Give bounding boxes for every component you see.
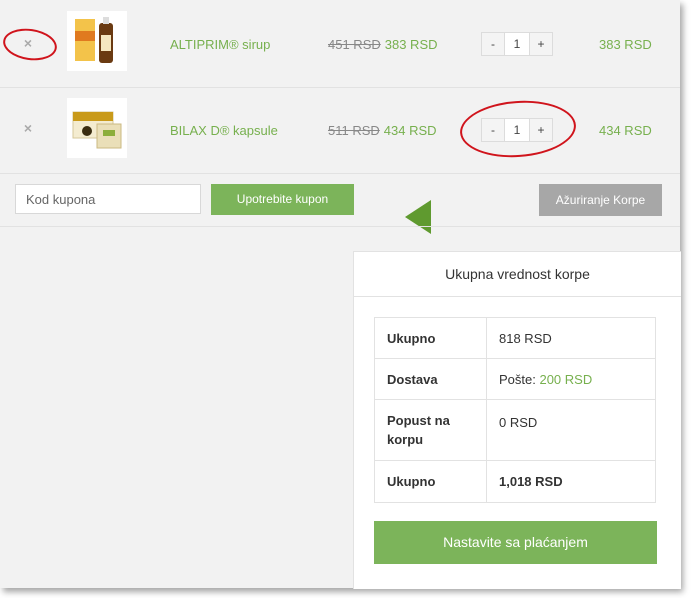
qty-minus-button[interactable]: - <box>481 118 505 142</box>
old-price: 511 RSD <box>328 123 380 138</box>
cart-totals-title: Ukupna vrednost korpe <box>354 252 681 297</box>
update-cart-button[interactable]: Ažuriranje Korpe <box>539 184 662 216</box>
shipping-price: 200 RSD <box>539 371 593 387</box>
qty-input[interactable]: 1 <box>505 32 529 56</box>
totals-row-total: Ukupno 1,018 RSD <box>374 460 656 503</box>
cart-page: × ALTIPRIM® sirup 451 RSD 383 RSD - 1 + 3… <box>0 0 681 589</box>
row-divider <box>0 173 680 174</box>
row-divider <box>0 87 680 88</box>
totals-label: Dostava <box>374 358 487 400</box>
shipping-method: Pošte: <box>499 371 540 387</box>
totals-value: 1,018 RSD <box>486 460 656 503</box>
product-name-link[interactable]: BILAX D® kapsule <box>170 123 278 138</box>
old-price: 451 RSD <box>328 37 381 52</box>
annotation-arrow-icon <box>405 200 431 234</box>
totals-value: Pošte: 200 RSD <box>486 358 656 400</box>
qty-input[interactable]: 1 <box>505 118 529 142</box>
totals-row-subtotal: Ukupno 818 RSD <box>374 317 656 359</box>
cart-totals-panel: Ukupna vrednost korpe Ukupno 818 RSD Dos… <box>353 251 681 589</box>
totals-label: Ukupno <box>374 460 487 503</box>
row-divider <box>0 226 680 227</box>
new-price: 434 RSD <box>383 123 437 138</box>
remove-item-icon[interactable]: × <box>18 33 38 53</box>
quantity-stepper: - 1 + <box>481 32 553 56</box>
remove-item-icon[interactable]: × <box>18 118 38 138</box>
totals-row-discount: Popust na korpu 0 RSD <box>374 399 656 461</box>
totals-value: 0 RSD <box>486 399 656 461</box>
totals-value: 818 RSD <box>486 317 656 359</box>
cart-totals-table: Ukupno 818 RSD Dostava Pošte: 200 RSD Po… <box>374 317 656 503</box>
quantity-stepper: - 1 + <box>481 118 553 142</box>
product-price: 451 RSD 383 RSD <box>328 37 438 52</box>
qty-minus-button[interactable]: - <box>481 32 505 56</box>
totals-row-shipping: Dostava Pošte: 200 RSD <box>374 358 656 400</box>
product-thumbnail[interactable] <box>67 11 127 71</box>
item-subtotal: 434 RSD <box>599 123 652 138</box>
qty-plus-button[interactable]: + <box>529 32 553 56</box>
new-price: 383 RSD <box>384 37 438 52</box>
apply-coupon-button[interactable]: Upotrebite kupon <box>211 184 354 215</box>
product-price: 511 RSD 434 RSD <box>328 123 437 138</box>
product-thumbnail[interactable] <box>67 98 127 158</box>
item-subtotal: 383 RSD <box>599 37 652 52</box>
proceed-to-checkout-button[interactable]: Nastavite sa plaćanjem <box>374 521 657 564</box>
coupon-code-input[interactable] <box>15 184 201 214</box>
product-name-link[interactable]: ALTIPRIM® sirup <box>170 37 270 52</box>
totals-label: Popust na korpu <box>374 399 487 461</box>
qty-plus-button[interactable]: + <box>529 118 553 142</box>
totals-label: Ukupno <box>374 317 487 359</box>
